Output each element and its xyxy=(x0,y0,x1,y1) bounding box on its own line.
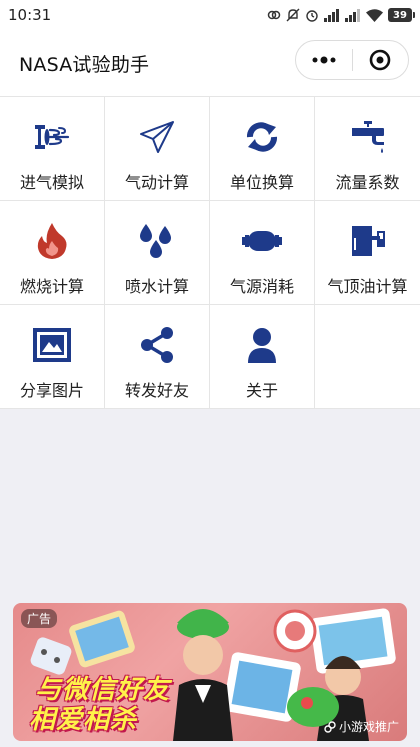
grid-item-label: 气动计算 xyxy=(124,173,189,192)
close-mini-program-button[interactable] xyxy=(353,41,409,79)
user-icon xyxy=(242,325,282,365)
grid-item-label: 燃烧计算 xyxy=(19,277,84,296)
grid-item-label: 关于 xyxy=(245,381,278,400)
link-icon xyxy=(267,10,281,20)
share-icon xyxy=(137,325,177,365)
picture-icon xyxy=(32,325,72,365)
more-button[interactable] xyxy=(296,41,352,79)
more-dots-icon xyxy=(312,56,336,64)
mute-icon xyxy=(286,8,300,22)
nav-bar: NASA试验助手 xyxy=(0,30,420,96)
grid-item-about[interactable]: 关于 xyxy=(210,305,315,409)
grid-empty-cell xyxy=(315,305,420,409)
battery-icon: 39 xyxy=(388,8,415,22)
ad-banner[interactable]: 广告 与微信好友 相爱相杀 小游戏推广 xyxy=(13,603,407,741)
function-grid: 进气模拟 气动计算 单位换算 流量系数 燃烧计算 喷水计算 气源消耗 气顶油计算… xyxy=(0,96,420,409)
gas-cylinder-icon xyxy=(242,221,282,261)
page-title: NASA试验助手 xyxy=(19,53,150,76)
grid-item-aero-calculation[interactable]: 气动计算 xyxy=(105,97,210,201)
grid-item-gas-consumption[interactable]: 气源消耗 xyxy=(210,201,315,305)
signal-icon xyxy=(324,8,339,22)
intake-fan-icon xyxy=(32,117,72,157)
sync-arrows-icon xyxy=(242,117,282,157)
mini-program-capsule xyxy=(295,40,409,80)
grid-item-label: 气源消耗 xyxy=(229,277,294,296)
grid-item-combustion-calculation[interactable]: 燃烧计算 xyxy=(0,201,105,305)
grid-item-label: 分享图片 xyxy=(19,381,84,400)
grid-item-label: 喷水计算 xyxy=(124,277,189,296)
alarm-icon xyxy=(306,10,318,22)
ad-source-label: 小游戏推广 xyxy=(338,720,399,734)
ad-source: 小游戏推广 xyxy=(324,718,399,735)
water-drops-icon xyxy=(137,221,177,261)
grid-item-label: 流量系数 xyxy=(335,173,400,192)
grid-item-label: 进气模拟 xyxy=(19,173,84,192)
grid-item-label: 转发好友 xyxy=(124,381,189,400)
mini-game-logo-icon xyxy=(324,720,336,733)
grid-item-flow-coefficient[interactable]: 流量系数 xyxy=(315,97,420,201)
grid-item-forward-to-friends[interactable]: 转发好友 xyxy=(105,305,210,409)
signal-icon-2 xyxy=(345,8,360,22)
grid-item-label: 气顶油计算 xyxy=(327,277,408,296)
grid-item-share-image[interactable]: 分享图片 xyxy=(0,305,105,409)
status-time: 10:31 xyxy=(8,6,52,24)
target-close-icon xyxy=(369,49,391,71)
grid-item-intake-simulation[interactable]: 进气模拟 xyxy=(0,97,105,201)
faucet-icon xyxy=(348,117,388,157)
grid-item-gas-over-oil-calculation[interactable]: 气顶油计算 xyxy=(315,201,420,305)
grid-item-label: 单位换算 xyxy=(229,173,294,192)
status-bar: 10:31 39 xyxy=(0,0,420,30)
wifi-icon xyxy=(366,8,383,22)
ad-slogan-line2: 相爱相杀 xyxy=(29,705,138,735)
grid-item-water-spray-calculation[interactable]: 喷水计算 xyxy=(105,201,210,305)
status-icons: 39 xyxy=(267,8,415,22)
grid-item-unit-conversion[interactable]: 单位换算 xyxy=(210,97,315,201)
flame-icon xyxy=(32,221,72,261)
ad-label-badge[interactable]: 广告 xyxy=(21,609,58,628)
paper-plane-icon xyxy=(137,117,177,157)
oil-tank-icon xyxy=(348,221,388,261)
